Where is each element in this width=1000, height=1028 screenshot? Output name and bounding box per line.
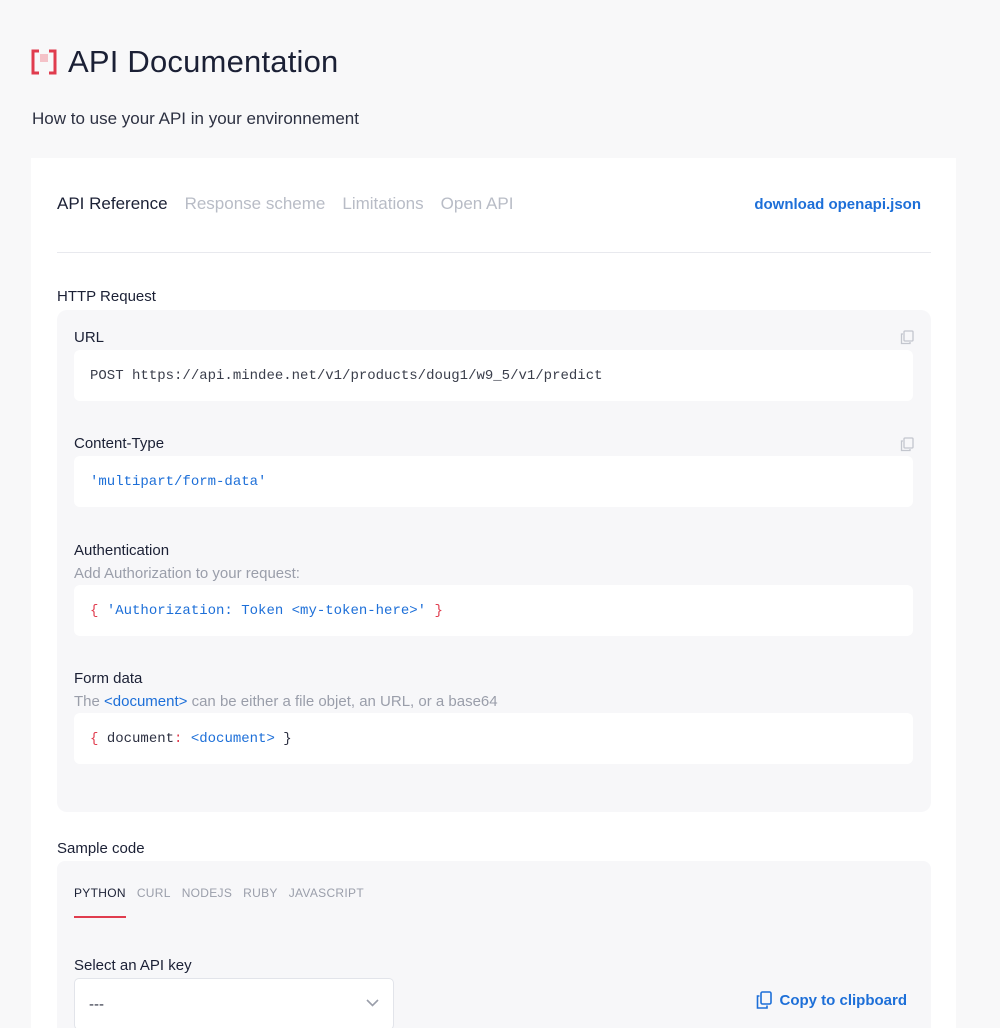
form-value: <document> — [190, 730, 275, 747]
http-request-panel: URL POST https://api.mindee.net/v1/produ… — [57, 310, 931, 812]
auth-close-brace: } — [434, 602, 443, 619]
api-key-select[interactable]: --- — [74, 978, 394, 1028]
tab-ruby[interactable]: RUBY — [243, 886, 278, 918]
form-data-desc-highlight: <document> — [104, 693, 188, 710]
content-type-value: 'multipart/form-data' — [90, 473, 267, 490]
documentation-card: API Reference Response scheme Limitation… — [31, 158, 956, 1028]
url-label: URL — [74, 329, 105, 346]
page-title: API Documentation — [68, 44, 339, 79]
api-key-label: Select an API key — [74, 957, 192, 974]
sample-code-title: Sample code — [57, 840, 145, 857]
url-code-box: POST https://api.mindee.net/v1/products/… — [74, 350, 913, 401]
mindee-logo-icon — [31, 49, 57, 75]
authentication-description: Add Authorization to your request: — [74, 565, 300, 582]
tab-javascript[interactable]: JAVASCRIPT — [289, 886, 364, 918]
page-header: API Documentation — [31, 44, 339, 80]
doc-tabs: API Reference Response scheme Limitation… — [57, 194, 513, 214]
form-key: document — [106, 730, 175, 747]
tab-limitations[interactable]: Limitations — [342, 194, 423, 214]
content-type-label: Content-Type — [74, 435, 165, 452]
form-open-brace: { — [90, 730, 99, 747]
authentication-code-box: { 'Authorization: Token <my-token-here>'… — [74, 585, 913, 636]
auth-header-value: 'Authorization: Token <my-token-here>' — [106, 602, 427, 619]
download-openapi-link[interactable]: download openapi.json — [754, 196, 921, 213]
url-endpoint: https://api.mindee.net/v1/products/doug1… — [132, 367, 603, 384]
http-request-title: HTTP Request — [57, 288, 156, 305]
form-data-desc-suffix: can be either a file objet, an URL, or a… — [187, 693, 498, 710]
form-data-description: The <document> can be either a file obje… — [74, 693, 498, 710]
authentication-label: Authentication — [74, 542, 170, 559]
page-subtitle: How to use your API in your environnemen… — [32, 109, 359, 128]
form-data-desc-prefix: The — [74, 693, 105, 710]
form-data-code-box: { document: <document> } — [74, 713, 913, 764]
tab-nodejs[interactable]: NODEJS — [182, 886, 232, 918]
clipboard-icon — [756, 991, 772, 1009]
content-type-code-box: 'multipart/form-data' — [74, 456, 913, 507]
sample-code-panel: PYTHON CURL NODEJS RUBY JAVASCRIPT Selec… — [57, 861, 931, 1028]
tabs-divider — [57, 252, 931, 253]
http-method: POST — [90, 367, 124, 384]
language-tabs: PYTHON CURL NODEJS RUBY JAVASCRIPT — [74, 886, 364, 918]
tab-python[interactable]: PYTHON — [74, 886, 126, 918]
form-data-label: Form data — [74, 670, 143, 687]
api-key-selected-value: --- — [89, 995, 104, 1013]
chevron-down-icon — [366, 999, 379, 1007]
tab-curl[interactable]: CURL — [137, 886, 171, 918]
tab-api-reference[interactable]: API Reference — [57, 194, 168, 214]
copy-to-clipboard-label: Copy to clipboard — [779, 991, 908, 1009]
copy-url-icon[interactable] — [900, 330, 914, 345]
form-close-brace: } — [283, 730, 292, 747]
form-colon: : — [174, 730, 183, 747]
copy-content-type-icon[interactable] — [900, 437, 914, 452]
auth-open-brace: { — [90, 602, 99, 619]
tab-response-scheme[interactable]: Response scheme — [185, 194, 326, 214]
copy-to-clipboard-button[interactable]: Copy to clipboard — [756, 991, 908, 1009]
tab-open-api[interactable]: Open API — [441, 194, 514, 214]
